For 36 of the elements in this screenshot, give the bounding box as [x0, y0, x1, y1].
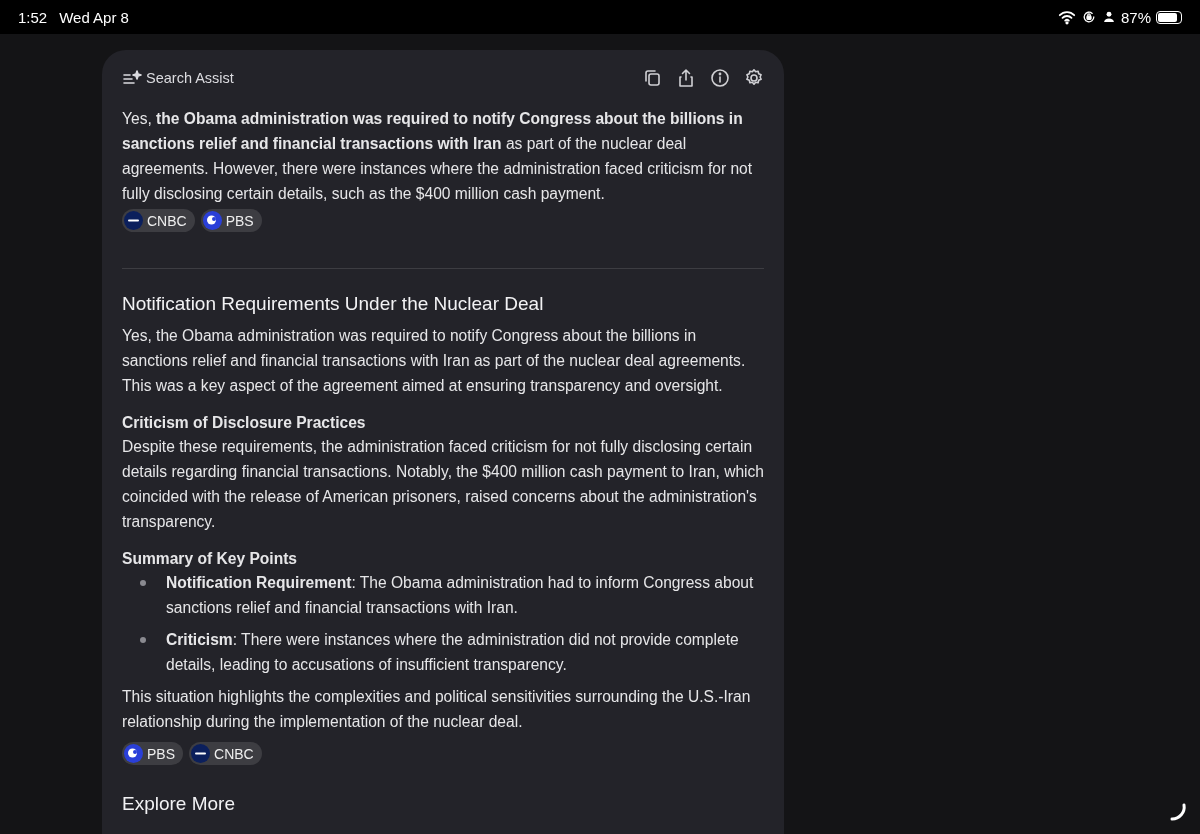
- subsection-heading: Criticism of Disclosure Practices: [122, 414, 367, 432]
- conclusion-paragraph: This situation highlights the complexities and political sensitivities surrounding the U.S.-Iran relationship during the implementation of the nuclear deal.: [122, 687, 752, 732]
- cnbc-logo-icon: [124, 211, 143, 230]
- share-button[interactable]: [676, 68, 696, 88]
- body-paragraph: Despite these requirements, the administration faced criticism for not fully disclosing certain details regarding financial transactions. Notably, the $400 million cash payment to Iran, which coincided with the release of American prisoners, raised concerns about the administration's transparency.: [122, 437, 764, 532]
- status-time: 1:52: [18, 8, 48, 26]
- info-button[interactable]: [710, 68, 730, 88]
- source-chip[interactable]: PBS: [200, 209, 262, 232]
- source-chip[interactable]: PBS: [122, 742, 183, 765]
- pbs-logo-icon: [202, 211, 222, 230]
- info-icon: [710, 68, 730, 88]
- summary-paragraph: Yes, the Obama administration was required to notify Congress about the billions in sanctions relief and financial transactions with Iran as part of the nuclear deal agreements. However, there were instances where the administration faced criticism for not fully disclosing certain details, such as the $400 million cash payment.: [122, 109, 754, 204]
- wifi-icon: [1057, 8, 1076, 26]
- battery-icon: [1156, 10, 1182, 24]
- copy-button[interactable]: [642, 68, 662, 88]
- settings-button[interactable]: [744, 68, 764, 88]
- bullet-icon: [140, 580, 146, 586]
- battery-percent: 87%: [1120, 8, 1151, 26]
- section-heading: Notification Requirements Under the Nuclear Deal: [122, 293, 545, 315]
- bullet-icon: [140, 637, 146, 643]
- person-icon: [1101, 10, 1116, 24]
- settings-icon: [744, 68, 764, 88]
- explore-heading: Explore More: [122, 793, 236, 815]
- subsection-heading: Summary of Key Points: [122, 550, 299, 568]
- bullet-text: Criticism: There were instances where the administration did not provide complete details, leading to accusations of insufficient transparency.: [166, 630, 740, 675]
- source-chip[interactable]: CNBC: [189, 742, 262, 765]
- intro-paragraph: Yes, the Obama administration was required to notify Congress about the billions in sanctions relief and financial transactions with Iran as part of the nuclear deal agreements. This was a key aspect of the agreement aimed at ensuring transparency and oversight.: [122, 326, 747, 396]
- corner-arc-icon: [1168, 802, 1188, 822]
- pbs-logo-icon: [124, 744, 143, 763]
- cnbc-logo-icon: [191, 744, 210, 763]
- share-icon: [676, 68, 696, 88]
- bullet-text: Notification Requirement: The Obama administration had to inform Congress about sanctions relief and financial transactions with Iran.: [166, 573, 755, 618]
- source-chip[interactable]: CNBC: [122, 209, 195, 232]
- panel-title: Search Assist: [146, 70, 234, 86]
- status-date: Wed Apr 8: [59, 8, 129, 26]
- copy-icon: [642, 68, 662, 88]
